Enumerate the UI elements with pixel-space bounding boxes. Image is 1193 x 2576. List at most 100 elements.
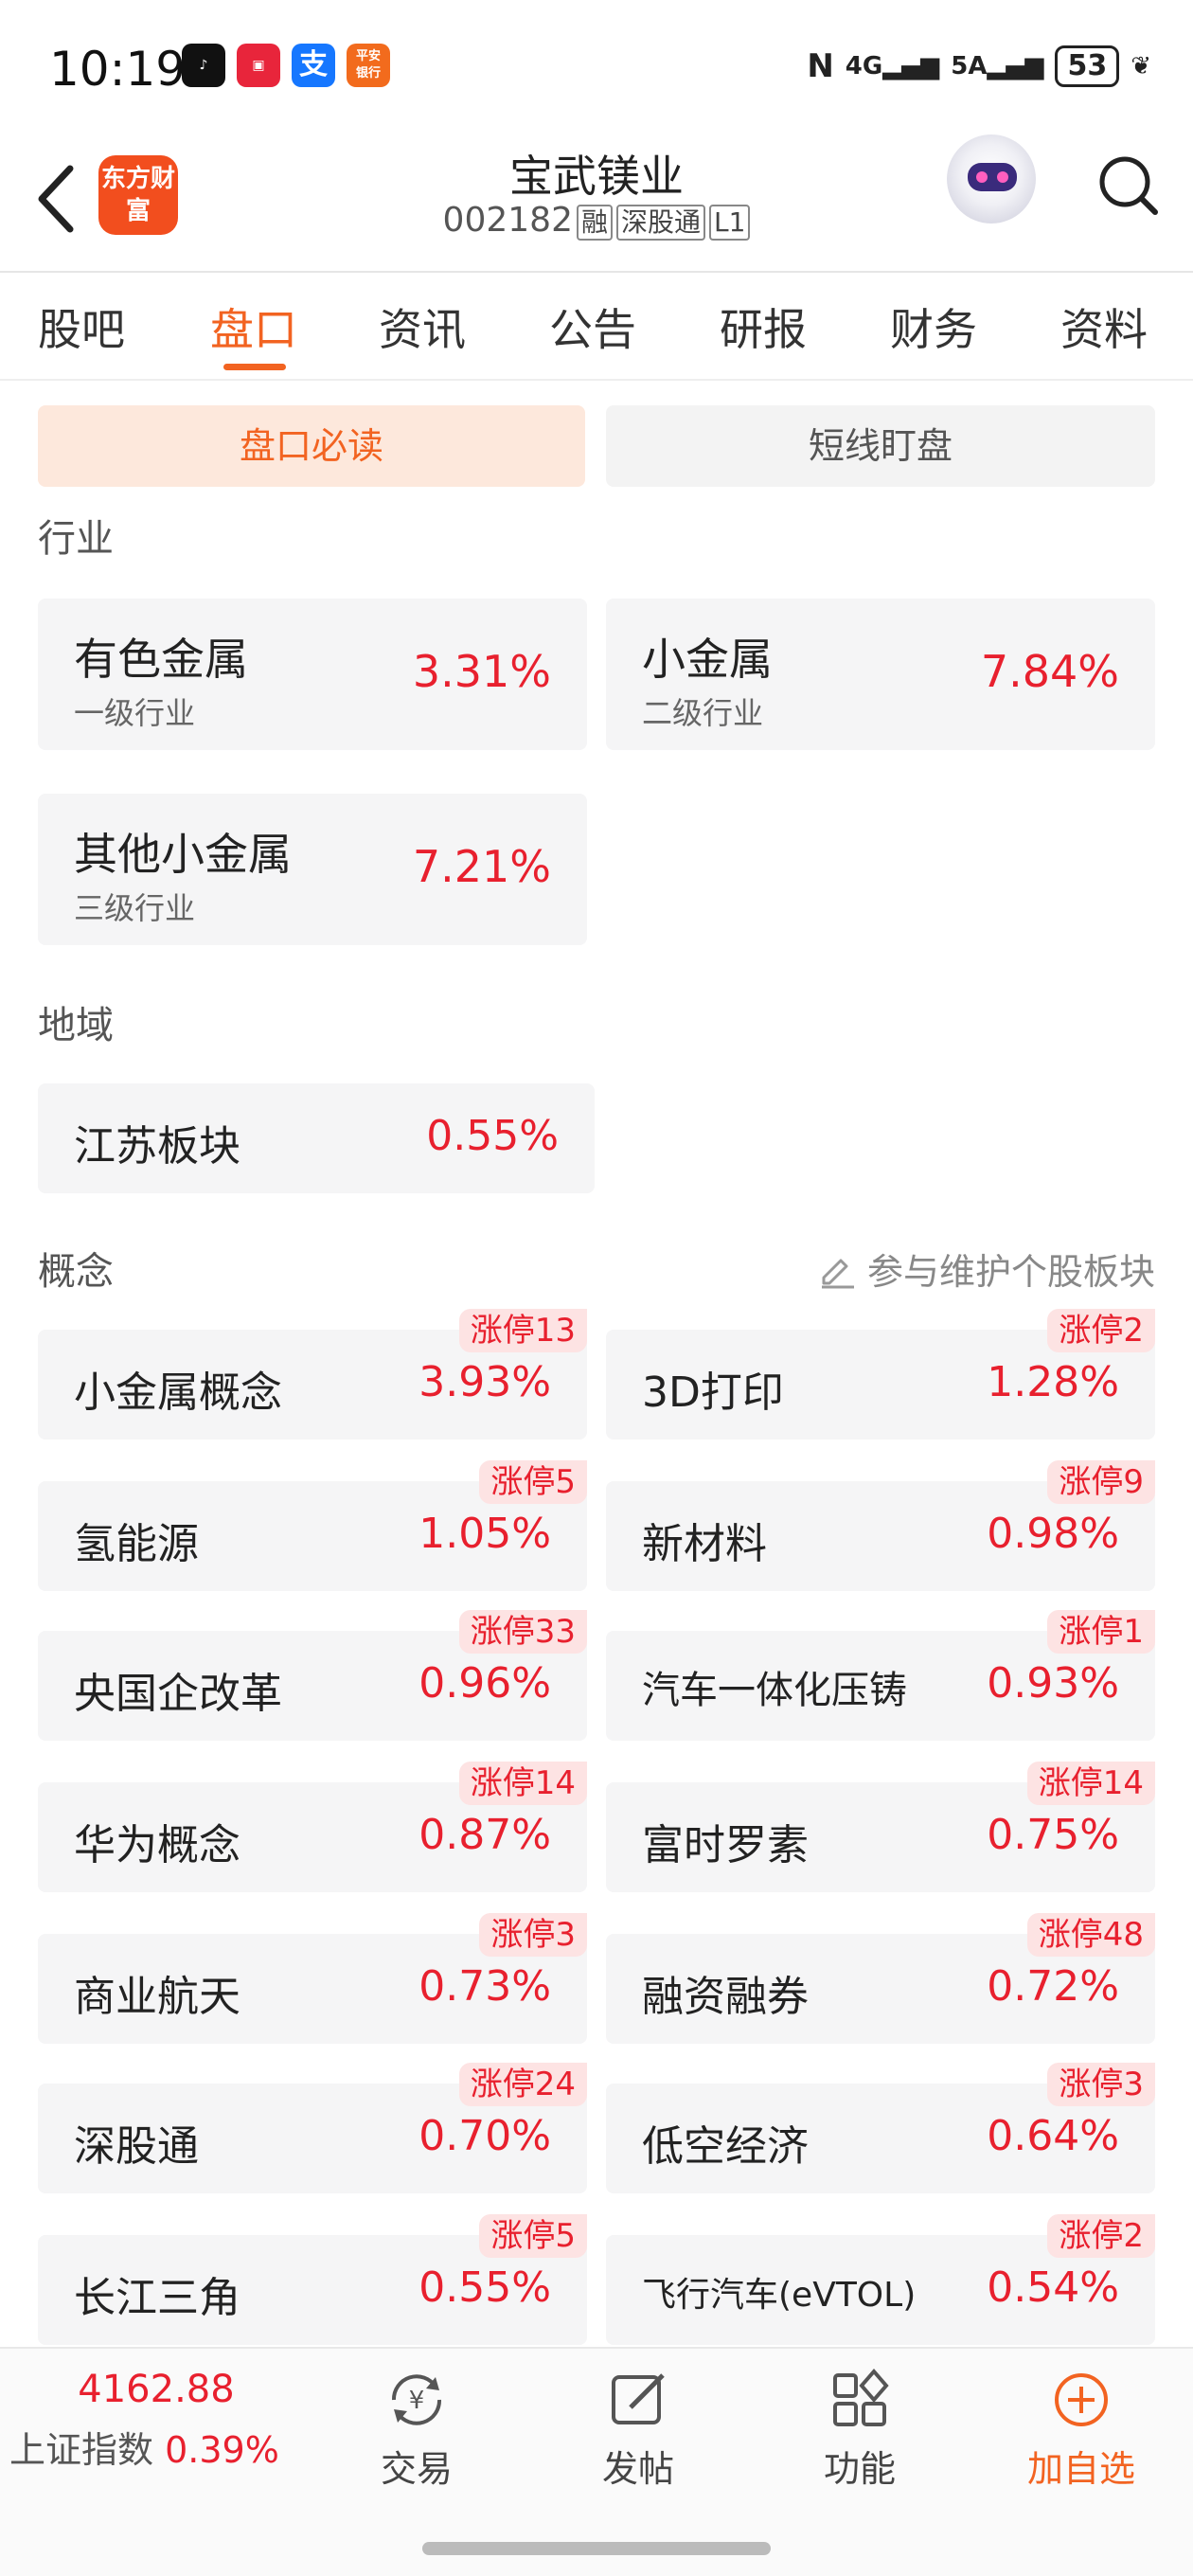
appgallery-icon: ▣ — [237, 44, 280, 87]
sz-connect-tag: 深股通 — [616, 205, 706, 241]
concept-pct: 0.72% — [987, 1962, 1119, 2011]
concept-name: 3D打印 — [642, 1368, 784, 1417]
concept-card[interactable]: 涨停5 氢能源 1.05% — [38, 1460, 587, 1591]
concept-name: 低空经济 — [642, 2122, 809, 2171]
limit-up-badge: 涨停14 — [1026, 1762, 1155, 1805]
tab-bar: 股吧 盘口 资讯 公告 研报 财务 资料 — [0, 275, 1193, 381]
tab-announcements[interactable]: 公告 — [549, 295, 636, 358]
section-title-region: 地域 — [38, 1004, 114, 1047]
industry-card[interactable]: 小金属 二级行业 7.84% — [606, 599, 1155, 750]
maintain-sectors-link[interactable]: 参与维护个股板块 — [818, 1243, 1155, 1295]
industry-pct: 3.31% — [412, 646, 551, 697]
robot-assistant-icon[interactable] — [947, 134, 1036, 224]
region-card[interactable]: 江苏板块 0.55% — [38, 1083, 595, 1193]
concept-name: 深股通 — [74, 2122, 199, 2171]
limit-up-badge: 涨停3 — [479, 1913, 587, 1957]
region-name: 江苏板块 — [74, 1122, 240, 1171]
nfc-icon: N — [807, 47, 834, 85]
add-circle-icon — [1055, 2373, 1108, 2426]
segment-short-term[interactable]: 短线盯盘 — [606, 405, 1155, 487]
concept-card[interactable]: 涨停13 小金属概念 3.93% — [38, 1309, 587, 1440]
industry-card[interactable]: 有色金属 一级行业 3.31% — [38, 599, 587, 750]
tab-pankou[interactable]: 盘口 — [210, 295, 297, 358]
concept-name: 华为概念 — [74, 1821, 240, 1869]
tab-guba[interactable]: 股吧 — [38, 295, 125, 358]
concept-name: 飞行汽车(eVTOL) — [642, 2276, 917, 2315]
concept-name: 氢能源 — [74, 1520, 199, 1568]
edit-icon — [821, 1259, 854, 1288]
tab-profile[interactable]: 资料 — [1060, 295, 1148, 358]
active-tab-indicator — [223, 364, 286, 370]
concept-pct: 0.87% — [418, 1811, 551, 1859]
concept-card[interactable]: 涨停2 3D打印 1.28% — [606, 1309, 1155, 1440]
limit-up-badge: 涨停48 — [1026, 1913, 1155, 1957]
limit-up-badge: 涨停5 — [479, 2214, 587, 2258]
concept-pct: 0.73% — [418, 1962, 551, 2011]
concept-card[interactable]: 涨停24 深股通 0.70% — [38, 2063, 587, 2193]
concept-pct: 0.98% — [987, 1510, 1119, 1558]
pingan-bank-icon: 平安 银行 — [347, 44, 390, 87]
concept-pct: 0.96% — [418, 1659, 551, 1708]
limit-up-badge: 涨停24 — [458, 2063, 587, 2106]
post-button[interactable]: 发帖 — [562, 2366, 714, 2492]
concept-pct: 1.05% — [418, 1510, 551, 1558]
limit-up-badge: 涨停9 — [1047, 1460, 1155, 1504]
add-watchlist-button[interactable]: 加自选 — [1006, 2366, 1157, 2492]
leaf-icon: ❦ — [1131, 52, 1151, 80]
concept-pct: 0.54% — [987, 2263, 1119, 2312]
section-title-concept: 概念 — [38, 1250, 114, 1294]
battery-icon: 53 — [1055, 45, 1120, 87]
stock-header: 东方财富 宝武镁业 002182 融深股通 L1 — [0, 133, 1193, 273]
segment-must-read[interactable]: 盘口必读 — [38, 405, 585, 487]
limit-up-badge: 涨停13 — [458, 1309, 587, 1352]
svg-text:¥: ¥ — [409, 2387, 425, 2415]
limit-up-badge: 涨停2 — [1047, 1309, 1155, 1352]
trade-button[interactable]: ¥ 交易 — [341, 2366, 492, 2492]
concept-card[interactable]: 涨停9 新材料 0.98% — [606, 1460, 1155, 1591]
concept-pct: 0.93% — [987, 1659, 1119, 1708]
limit-up-badge: 涨停3 — [1047, 2063, 1155, 2106]
concept-name: 汽车一体化压铸 — [642, 1669, 907, 1712]
concept-card[interactable]: 涨停3 低空经济 0.64% — [606, 2063, 1155, 2193]
industry-name: 其他小金属 — [74, 829, 292, 880]
concept-name: 央国企改革 — [74, 1670, 282, 1718]
concept-card[interactable]: 涨停5 长江三角 0.55% — [38, 2214, 587, 2345]
industry-level: 二级行业 — [642, 695, 764, 731]
status-bar: 10:19 ♪ ▣ 支 平安 银行 N 4G▂▄▆ 5A▂▄▆ 53 ❦ — [0, 0, 1193, 133]
post-icon — [612, 2373, 665, 2424]
concept-name: 长江三角 — [74, 2274, 240, 2322]
concept-name: 融资融券 — [642, 1973, 809, 2021]
concept-card[interactable]: 涨停1 汽车一体化压铸 0.93% — [606, 1610, 1155, 1741]
trade-icon: ¥ — [391, 2374, 442, 2425]
functions-button[interactable]: 功能 — [784, 2366, 935, 2492]
concept-name: 商业航天 — [74, 1973, 240, 2021]
tab-research[interactable]: 研报 — [720, 295, 807, 358]
signal-5a-icon: 5A▂▄▆ — [951, 52, 1044, 80]
grid-icon — [833, 2368, 889, 2426]
index-pct: 0.39% — [165, 2429, 279, 2471]
concept-pct: 0.55% — [418, 2263, 551, 2312]
margin-tag: 融 — [576, 205, 613, 241]
concept-pct: 0.64% — [987, 2112, 1119, 2160]
concept-card[interactable]: 涨停3 商业航天 0.73% — [38, 1913, 587, 2044]
concept-card[interactable]: 涨停33 央国企改革 0.96% — [38, 1610, 587, 1741]
concept-card[interactable]: 涨停14 华为概念 0.87% — [38, 1762, 587, 1892]
tab-finance[interactable]: 财务 — [890, 295, 977, 358]
industry-name: 小金属 — [642, 634, 773, 685]
concept-card[interactable]: 涨停2 飞行汽车(eVTOL) 0.54% — [606, 2214, 1155, 2345]
section-title-industry: 行业 — [38, 517, 114, 561]
concept-pct: 3.93% — [418, 1358, 551, 1406]
limit-up-badge: 涨停1 — [1047, 1610, 1155, 1654]
industry-card[interactable]: 其他小金属 三级行业 7.21% — [38, 794, 587, 945]
concept-name: 新材料 — [642, 1520, 767, 1568]
stock-code: 002182 — [442, 201, 573, 240]
tab-news[interactable]: 资讯 — [379, 295, 466, 358]
tiktok-icon: ♪ — [182, 44, 225, 87]
concept-card[interactable]: 涨停48 融资融券 0.72% — [606, 1913, 1155, 2044]
search-icon[interactable] — [1096, 148, 1161, 224]
concept-card[interactable]: 涨停14 富时罗素 0.75% — [606, 1762, 1155, 1892]
limit-up-badge: 涨停33 — [458, 1610, 587, 1654]
concept-pct: 0.75% — [987, 1811, 1119, 1859]
limit-up-badge: 涨停2 — [1047, 2214, 1155, 2258]
home-indicator[interactable] — [422, 2542, 771, 2555]
